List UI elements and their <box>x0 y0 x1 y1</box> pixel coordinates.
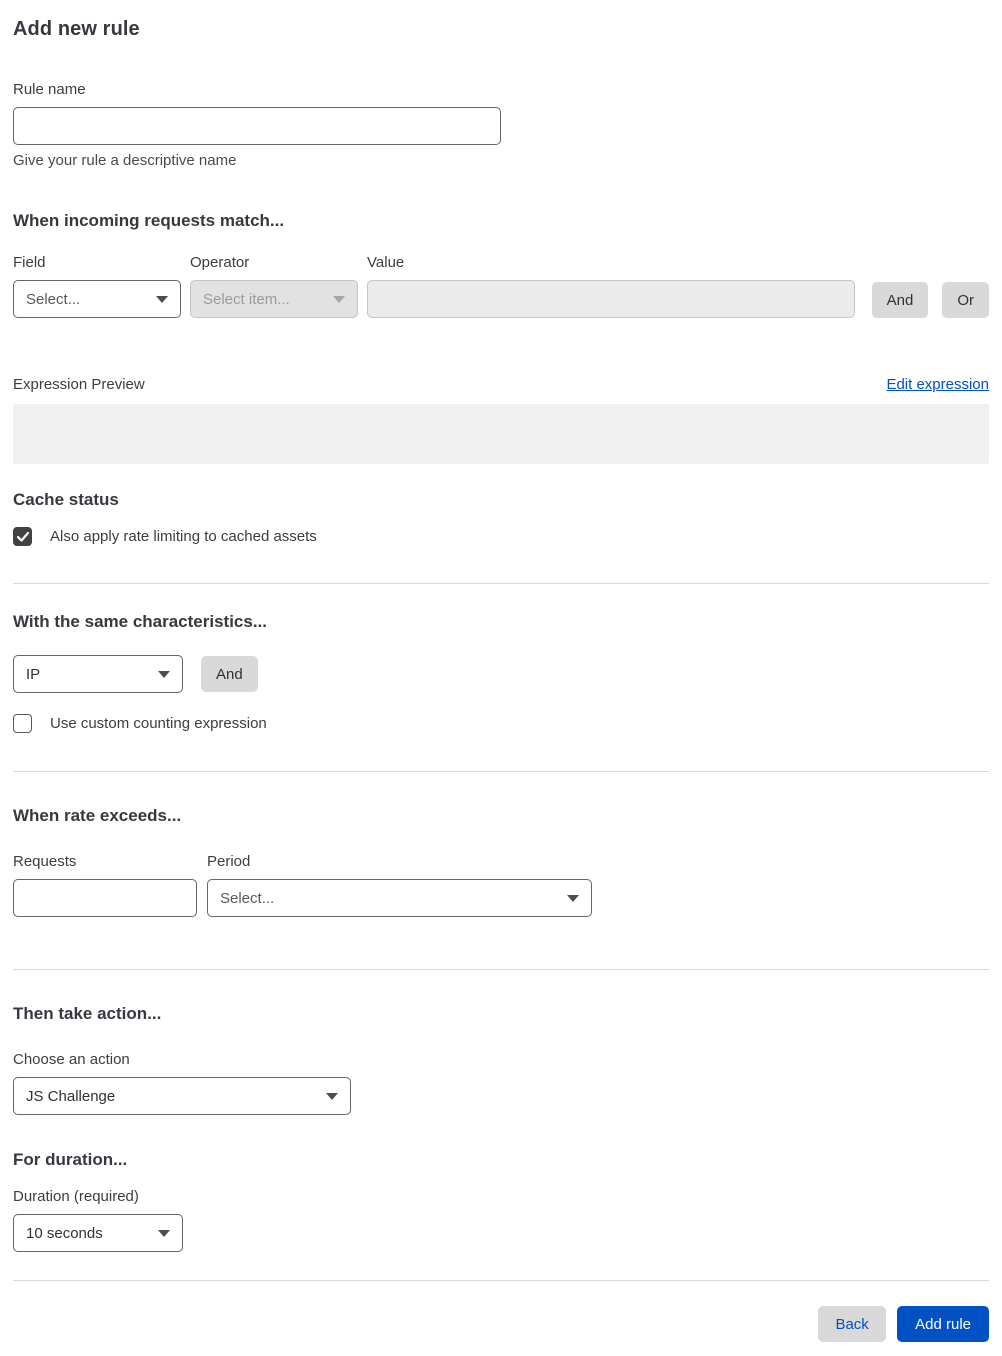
or-button[interactable]: Or <box>942 282 989 318</box>
rule-name-helper: Give your rule a descriptive name <box>13 152 237 169</box>
section-divider <box>13 771 989 772</box>
rule-name-label: Rule name <box>13 81 86 98</box>
action-select-value: JS Challenge <box>26 1087 116 1105</box>
chevron-down-icon <box>158 1229 170 1237</box>
field-select-value: Select... <box>26 290 81 308</box>
rate-heading: When rate exceeds... <box>13 806 182 825</box>
and-button[interactable]: And <box>871 282 929 318</box>
field-label: Field <box>13 254 46 271</box>
characteristic-and-button[interactable]: And <box>201 656 258 692</box>
value-label: Value <box>367 254 405 271</box>
operator-select: Select item... <box>190 280 358 318</box>
value-column: Value <box>367 254 855 318</box>
chevron-down-icon <box>567 894 579 902</box>
operator-column: Operator Select item... <box>190 254 358 318</box>
value-input <box>367 280 855 318</box>
chevron-down-icon <box>333 295 345 303</box>
chevron-down-icon <box>326 1092 338 1100</box>
requests-input[interactable] <box>13 879 197 917</box>
operator-select-value: Select item... <box>203 290 290 308</box>
duration-heading: For duration... <box>13 1150 128 1169</box>
operator-label: Operator <box>190 254 250 271</box>
cache-checkbox-row: Also apply rate limiting to cached asset… <box>13 527 989 546</box>
field-column: Field Select... <box>13 254 181 318</box>
page-title: Add new rule <box>13 18 140 40</box>
period-select[interactable]: Select... <box>207 879 592 917</box>
expression-preview-label: Expression Preview <box>13 376 145 393</box>
section-divider <box>13 583 989 584</box>
requests-label: Requests <box>13 853 77 870</box>
characteristics-heading: With the same characteristics... <box>13 612 268 631</box>
cached-assets-label[interactable]: Also apply rate limiting to cached asset… <box>50 528 317 545</box>
logic-buttons: And Or <box>871 282 989 318</box>
chevron-down-icon <box>156 295 168 303</box>
period-select-value: Select... <box>220 889 275 907</box>
action-label: Choose an action <box>13 1051 130 1068</box>
expression-row: Expression Preview Edit expression <box>13 376 989 393</box>
duration-select-value: 10 seconds <box>26 1224 103 1242</box>
duration-label: Duration (required) <box>13 1188 139 1205</box>
custom-counting-checkbox[interactable] <box>13 714 32 733</box>
footer-actions: Back Add rule <box>13 1306 989 1342</box>
characteristic-select[interactable]: IP <box>13 655 183 693</box>
add-rule-form: Add new rule Rule name Give your rule a … <box>0 0 1002 1356</box>
characteristics-row: IP And <box>13 655 989 693</box>
check-icon <box>16 531 29 542</box>
field-select[interactable]: Select... <box>13 280 181 318</box>
duration-select[interactable]: 10 seconds <box>13 1214 183 1252</box>
characteristic-select-value: IP <box>26 665 41 683</box>
footer-divider <box>13 1280 989 1281</box>
period-column: Period Select... <box>207 853 592 917</box>
chevron-down-icon <box>158 670 170 678</box>
match-builder-row: Field Select... Operator Select item... … <box>13 254 989 318</box>
rule-name-input[interactable] <box>13 107 501 145</box>
requests-column: Requests <box>13 853 197 917</box>
cached-assets-checkbox[interactable] <box>13 527 32 546</box>
back-button[interactable]: Back <box>818 1306 887 1342</box>
custom-counting-label[interactable]: Use custom counting expression <box>50 715 267 732</box>
action-select[interactable]: JS Challenge <box>13 1077 351 1115</box>
add-rule-button[interactable]: Add rule <box>897 1306 989 1342</box>
expression-preview-box <box>13 404 989 464</box>
match-section-heading: When incoming requests match... <box>13 211 285 230</box>
counting-expression-row: Use custom counting expression <box>13 714 989 733</box>
period-label: Period <box>207 853 251 870</box>
edit-expression-link[interactable]: Edit expression <box>886 376 989 393</box>
rate-row: Requests Period Select... <box>13 853 989 917</box>
action-heading: Then take action... <box>13 1004 162 1023</box>
cache-status-heading: Cache status <box>13 490 119 509</box>
section-divider <box>13 969 989 970</box>
